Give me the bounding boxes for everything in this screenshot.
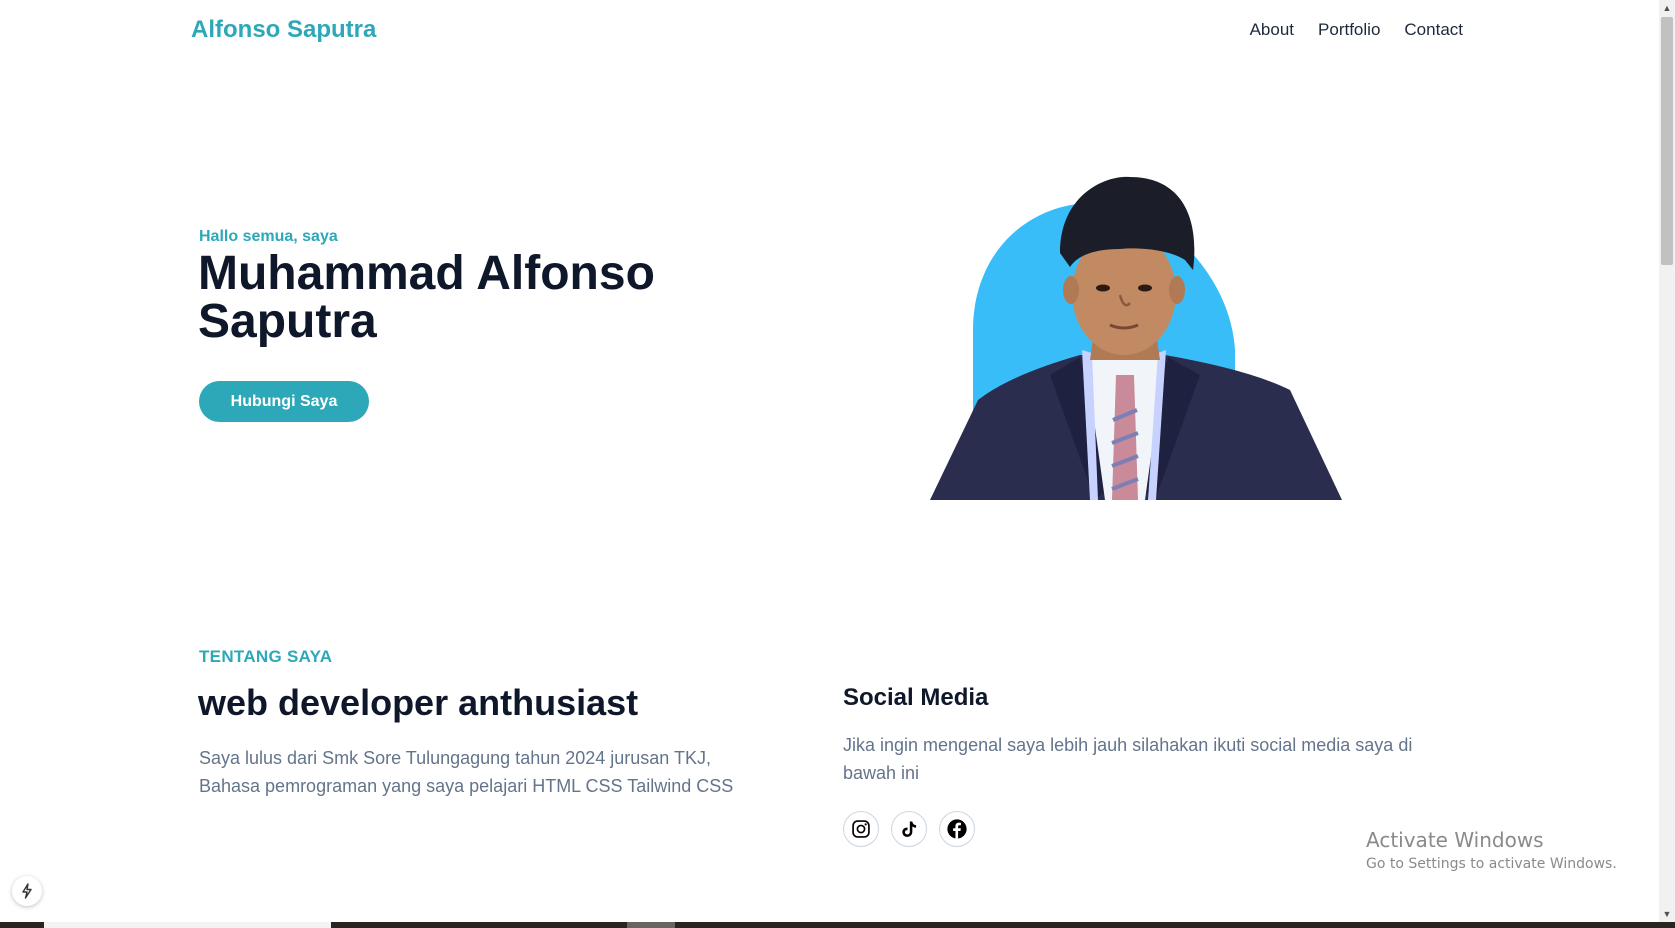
social-title: Social Media (843, 684, 989, 711)
about-title: web developer anthusiast (198, 682, 639, 723)
scroll-down-arrow-icon[interactable]: ▼ (1659, 906, 1675, 922)
watermark-title: Activate Windows (1366, 828, 1544, 852)
taskbar-segment-active (627, 922, 675, 928)
scroll-up-arrow-icon[interactable]: ▲ (1659, 0, 1675, 16)
facebook-link[interactable] (939, 811, 975, 847)
hero-name-line2: Saputra (198, 295, 377, 348)
lightning-icon (22, 883, 32, 899)
contact-me-button[interactable]: Hubungi Saya (199, 381, 369, 422)
taskbar-segment (44, 922, 331, 928)
vertical-scrollbar[interactable]: ▲ ▼ (1659, 0, 1675, 922)
tiktok-link[interactable] (891, 811, 927, 847)
nav-portfolio[interactable]: Portfolio (1318, 20, 1380, 40)
instagram-icon (852, 820, 870, 838)
facebook-icon (947, 819, 967, 839)
page: Alfonso Saputra About Portfolio Contact … (0, 0, 1659, 922)
nav-contact[interactable]: Contact (1404, 20, 1463, 40)
activate-windows-watermark: Activate Windows Go to Settings to activ… (1366, 828, 1617, 872)
watermark-subtitle: Go to Settings to activate Windows. (1366, 856, 1617, 872)
main-nav: About Portfolio Contact (1250, 20, 1463, 40)
site-header: Alfonso Saputra About Portfolio Contact (0, 0, 1659, 62)
about-text: Saya lulus dari Smk Sore Tulungagung tah… (199, 748, 734, 796)
profile-photo (930, 176, 1342, 500)
social-text: Jika ingin mengenal saya lebih jauh sila… (843, 735, 1413, 783)
social-icons (843, 811, 975, 847)
hero-greeting: Hallo semua, saya (199, 228, 338, 245)
tiktok-icon (902, 821, 917, 837)
brand-link[interactable]: Alfonso Saputra (191, 16, 376, 44)
taskbar-strip (0, 922, 1675, 928)
instagram-link[interactable] (843, 811, 879, 847)
scroll-thumb[interactable] (1661, 17, 1673, 265)
hero-name-line1: Muhammad Alfonso (198, 247, 655, 300)
hero-name: Muhammad Alfonso Saputra (198, 250, 758, 346)
floating-action-button[interactable] (12, 876, 42, 906)
about-kicker: TENTANG SAYA (199, 647, 333, 666)
nav-about[interactable]: About (1250, 20, 1294, 40)
